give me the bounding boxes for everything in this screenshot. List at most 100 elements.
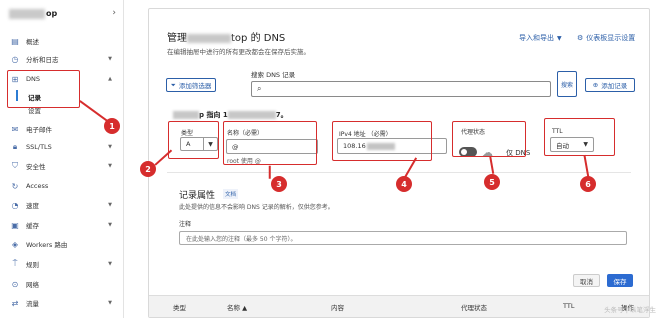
rules-icon: ⍑ xyxy=(12,259,18,268)
column-ttl[interactable]: TTL xyxy=(563,302,574,310)
chevron-down-icon: ▼ xyxy=(108,202,112,208)
sidebar-item-email[interactable]: ✉ 电子邮件 ▼ xyxy=(10,123,118,135)
record-summary-prefix: p 指向 1 xyxy=(199,111,228,119)
sidebar-item-label: 缓存 xyxy=(26,222,39,230)
redacted-text xyxy=(173,111,199,119)
watermark: 头条号 | 纵笔浮生 xyxy=(604,306,656,314)
sidebar-item-label: Workers 路由 xyxy=(26,241,68,249)
traffic-icon: ⇄ xyxy=(11,298,19,308)
annotation-box-4 xyxy=(332,121,432,161)
note-input[interactable]: 在此处输入您的注释（最多 50 个字符）。 xyxy=(179,231,627,245)
annotation-badge-1: 1 xyxy=(104,118,120,134)
sidebar-item-label: 电子邮件 xyxy=(26,126,52,134)
filter-icon: ⏷ xyxy=(170,80,176,89)
site-name-redacted xyxy=(9,9,45,19)
annotation-badge-5: 5 xyxy=(484,174,500,190)
chevron-down-icon: ▼ xyxy=(108,144,112,150)
page-subtitle: 在编辑抽屉中进行的所有更改都会在保存后实施。 xyxy=(167,48,310,56)
sidebar-item-label: 流量 xyxy=(26,300,39,308)
gear-icon: ⚙ xyxy=(577,34,584,42)
add-filter-label: 添加筛选器 xyxy=(178,82,212,90)
sidebar-item-speed[interactable]: ◔ 速度 ▼ xyxy=(10,199,118,211)
sidebar-item-cache[interactable]: ▣ 缓存 ▼ xyxy=(10,219,118,231)
divider xyxy=(167,172,631,173)
clock-icon: ◷ xyxy=(11,54,19,64)
table-header: 类型 名称 ▲ 内容 代理状态 TTL 操作 xyxy=(149,295,649,317)
sidebar-item-label: 分析和日志 xyxy=(26,56,59,64)
annotation-box-1 xyxy=(7,70,80,108)
column-name[interactable]: 名称 ▲ xyxy=(227,302,247,312)
add-record-button[interactable]: ⊕ 添加记录 xyxy=(585,78,635,92)
sidebar-item-overview[interactable]: ▤ 概述 xyxy=(10,35,118,47)
sidebar-item-network[interactable]: ⊙ 网络 xyxy=(10,278,118,290)
record-summary-suffix: 7。 xyxy=(275,111,288,119)
cache-icon: ▣ xyxy=(11,220,19,230)
shield-icon: ⛉ xyxy=(12,161,18,170)
dashboard-settings-label: 仪表板显示设置 xyxy=(586,34,636,42)
title-prefix: 管理 xyxy=(167,33,187,44)
add-filter-button[interactable]: ⏷ 添加筛选器 xyxy=(166,78,216,92)
annotation-badge-3: 3 xyxy=(271,176,287,192)
sidebar-item-analytics[interactable]: ◷ 分析和日志 ▼ xyxy=(10,53,118,65)
sidebar-item-traffic[interactable]: ⇄ 流量 ▼ xyxy=(10,297,118,309)
annotation-box-2 xyxy=(168,121,219,159)
save-button[interactable]: 保存 xyxy=(607,274,633,287)
chevron-down-icon: ▼ xyxy=(108,300,112,306)
plus-icon: ⊕ xyxy=(592,81,599,89)
search-button[interactable]: 搜索 xyxy=(557,71,577,97)
annotation-badge-4: 4 xyxy=(396,176,412,192)
sidebar-item-access[interactable]: ↻ Access xyxy=(10,180,118,192)
access-icon: ↻ xyxy=(11,181,19,191)
sidebar-item-label: Access xyxy=(26,182,49,190)
workers-icon: ◈ xyxy=(11,239,19,249)
annotation-line-3 xyxy=(269,165,271,179)
chevron-right-icon: › xyxy=(112,8,116,18)
import-export-button[interactable]: 导入和导出 ▼ xyxy=(519,33,562,43)
sidebar-item-label: 安全性 xyxy=(26,163,46,171)
document-icon: ▤ xyxy=(11,36,19,46)
search-icon: ⌕ xyxy=(257,84,262,93)
cancel-button[interactable]: 取消 xyxy=(573,274,600,287)
note-label: 注释 xyxy=(179,221,192,228)
record-summary: p 指向 1 7。 xyxy=(173,110,288,120)
redacted-text xyxy=(227,111,276,119)
record-attributes-title: 记录属性 xyxy=(179,191,216,201)
lock-icon: 🔒︎ xyxy=(12,142,18,151)
sidebar-item-label: 规则 xyxy=(26,261,39,269)
sidebar-item-rules[interactable]: ⍑ 规则 ▼ xyxy=(10,258,118,270)
sidebar-item-label: 速度 xyxy=(26,202,39,210)
sidebar: op › ▤ 概述 ◷ 分析和日志 ▼ ⊞ DNS ▲ 记录 设置 ✉ 电子邮件… xyxy=(0,0,124,318)
add-record-label: 添加记录 xyxy=(601,82,628,90)
column-proxy-status[interactable]: 代理状态 xyxy=(461,302,487,312)
annotation-box-3 xyxy=(223,121,317,165)
title-suffix: top 的 DNS xyxy=(231,33,286,44)
annotation-box-6 xyxy=(544,118,615,156)
speed-icon: ◔ xyxy=(11,200,19,210)
annotation-badge-2: 2 xyxy=(140,161,156,177)
sidebar-item-label: 概述 xyxy=(26,38,39,46)
site-selector[interactable]: op › xyxy=(6,7,118,21)
sidebar-item-label: SSL/TLS xyxy=(26,143,52,151)
record-attributes-desc: 此处提供的信息不会影响 DNS 记录的解析，仅供您参考。 xyxy=(179,204,334,211)
column-content[interactable]: 内容 xyxy=(331,302,344,312)
sidebar-item-label: 网络 xyxy=(26,281,39,289)
chevron-down-icon: ▼ xyxy=(108,163,112,169)
caret-down-icon: ▼ xyxy=(557,34,562,42)
search-label: 搜索 DNS 记录 xyxy=(251,71,296,79)
dashboard-settings-button[interactable]: ⚙ 仪表板显示设置 xyxy=(577,33,635,43)
import-export-label: 导入和导出 xyxy=(519,34,554,42)
annotation-badge-6: 6 xyxy=(580,176,596,192)
sidebar-item-ssl[interactable]: 🔒︎ SSL/TLS ▼ xyxy=(10,141,118,153)
sidebar-item-security[interactable]: ⛉ 安全性 ▼ xyxy=(10,160,118,172)
column-type[interactable]: 类型 xyxy=(173,302,186,312)
domain-redacted xyxy=(187,33,231,43)
page-title: 管理 top 的 DNS xyxy=(167,29,285,44)
chevron-up-icon: ▲ xyxy=(108,76,112,82)
sidebar-item-workers[interactable]: ◈ Workers 路由 xyxy=(10,238,118,250)
location-icon: ⊙ xyxy=(11,279,19,289)
site-name: op xyxy=(46,9,58,18)
chevron-down-icon: ▼ xyxy=(108,261,112,267)
search-input[interactable]: ⌕ xyxy=(251,81,551,97)
docs-link[interactable]: 文档 xyxy=(223,189,239,199)
email-icon: ✉ xyxy=(11,124,19,134)
